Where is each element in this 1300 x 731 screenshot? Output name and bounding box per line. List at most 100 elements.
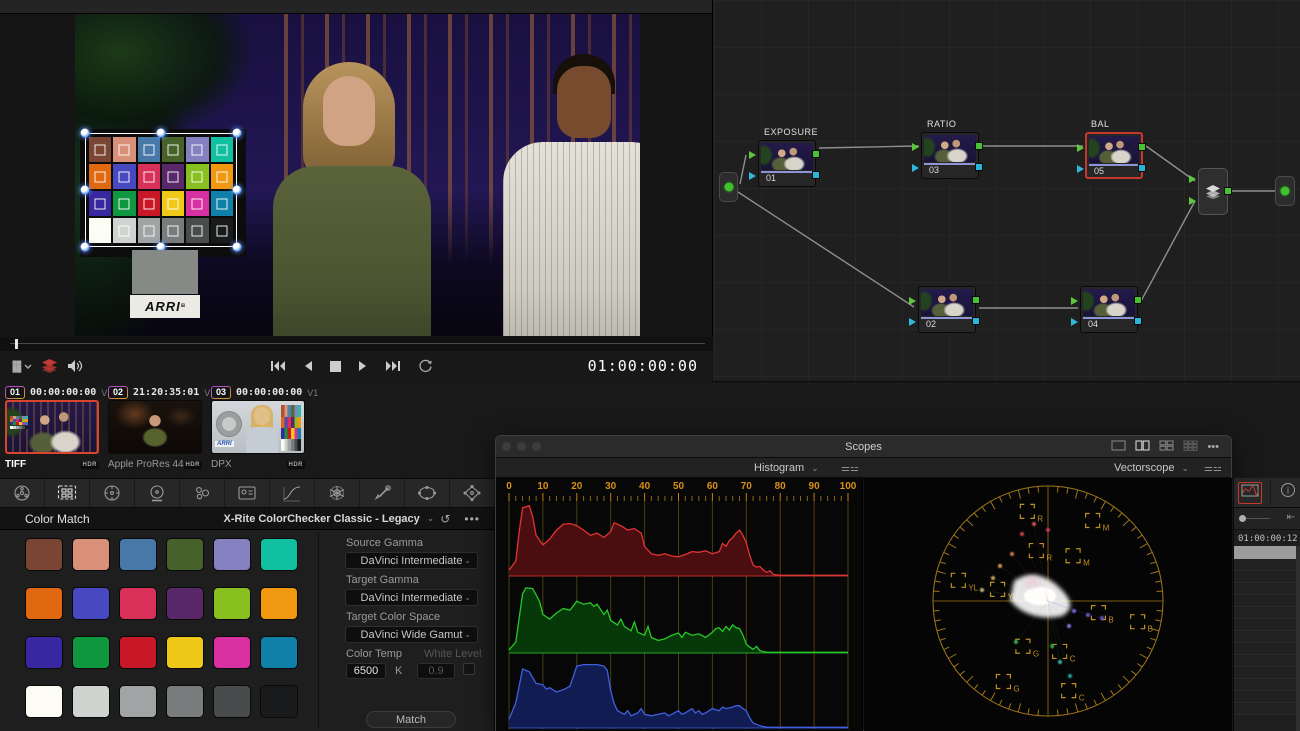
skip-start-icon[interactable] (270, 360, 286, 372)
loop-icon[interactable] (418, 359, 433, 373)
white-level-input[interactable]: 0.9 (417, 663, 455, 679)
clip-thumbnail[interactable] (5, 400, 99, 454)
vectorscope-settings-icon[interactable]: ⚌⚍ (1204, 458, 1222, 478)
color-swatch[interactable] (72, 587, 110, 620)
keyframe-row[interactable] (1234, 619, 1297, 631)
corrector-node-03[interactable]: 03 (921, 132, 979, 179)
step-back-icon[interactable] (303, 360, 313, 372)
color-swatch[interactable] (166, 587, 204, 620)
keyframe-row[interactable] (1234, 679, 1297, 691)
color-swatch[interactable] (213, 587, 251, 620)
dual-view-icon[interactable] (1135, 438, 1150, 456)
target-gamma-select[interactable]: DaVinci Intermediate⌄ (345, 589, 478, 606)
node-key-input[interactable] (749, 172, 756, 180)
keyframe-row[interactable] (1234, 703, 1297, 715)
keyframe-row[interactable] (1234, 691, 1297, 703)
more-options-icon[interactable]: ••• (464, 512, 480, 526)
color-swatch[interactable] (166, 636, 204, 669)
keyframe-row[interactable] (1234, 607, 1297, 619)
node-key-output[interactable] (812, 171, 820, 179)
skip-end-icon[interactable] (385, 360, 401, 372)
keyframe-row[interactable] (1234, 595, 1297, 607)
color-swatch[interactable] (72, 685, 110, 718)
mixer-input-port-2[interactable] (1189, 197, 1196, 205)
scopes-more-icon[interactable]: ••• (1207, 441, 1219, 453)
mixer-input-port-1[interactable] (1189, 175, 1196, 183)
color-swatch[interactable] (25, 587, 63, 620)
color-swatch[interactable] (72, 538, 110, 571)
selection-handle[interactable] (81, 186, 90, 195)
color-swatch[interactable] (213, 636, 251, 669)
clip-02[interactable]: 0221:20:35:01V1Apple ProRes 444...HDR (108, 382, 208, 478)
node-rgb-input[interactable] (912, 143, 919, 151)
corrector-node-04[interactable]: 04 (1080, 286, 1138, 333)
mixer-output-port[interactable] (1224, 187, 1232, 195)
histogram-settings-icon[interactable]: ⚌⚍ (841, 458, 859, 478)
camera-raw-icon[interactable] (0, 479, 45, 507)
grid-layout-icon[interactable] (1183, 438, 1198, 456)
reset-icon[interactable]: ↺ (440, 512, 450, 526)
audio-icon[interactable] (67, 359, 83, 373)
keyframe-row[interactable] (1234, 655, 1297, 667)
source-gamma-select[interactable]: DaVinci Intermediate⌄ (345, 552, 478, 569)
node-key-output[interactable] (1138, 164, 1146, 172)
selection-handle[interactable] (157, 129, 166, 138)
color-swatch[interactable] (119, 685, 157, 718)
color-swatch[interactable] (119, 636, 157, 669)
viewer-scrub-bar[interactable] (0, 337, 713, 351)
node-key-output[interactable] (972, 317, 980, 325)
layer-mixer-node[interactable] (1198, 168, 1228, 215)
corrector-node-02[interactable]: 02 (918, 286, 976, 333)
vectorscope-select[interactable]: Vectorscope⌄ (1114, 458, 1195, 478)
scopes-window[interactable]: Scopes ••• Histogram⌄ ⚌⚍ Vectorscope⌄ ⚌⚍… (495, 435, 1232, 731)
clip-thumbnail[interactable]: ARRI (211, 400, 305, 454)
color-swatch[interactable] (260, 587, 298, 620)
node-graph-panel[interactable]: 01EXPOSURE03RATIO05BAL0204 (714, 0, 1300, 382)
color-swatch[interactable] (72, 636, 110, 669)
color-swatch[interactable] (166, 685, 204, 718)
single-view-icon[interactable] (1111, 438, 1126, 456)
split-screen-icon[interactable] (12, 360, 32, 373)
node-key-output[interactable] (1134, 317, 1142, 325)
keyframe-row[interactable] (1234, 571, 1297, 583)
selection-handle[interactable] (81, 129, 90, 138)
colorchecker-selection-box[interactable] (85, 133, 237, 247)
node-rgb-output[interactable] (812, 150, 820, 158)
white-level-checkbox[interactable] (463, 663, 475, 675)
clip-thumbnail[interactable] (108, 400, 202, 454)
color-swatch[interactable] (260, 685, 298, 718)
scopes-icon[interactable] (1238, 482, 1262, 504)
color-swatch[interactable] (25, 685, 63, 718)
clip-03[interactable]: 0300:00:00:00V1ARRIDPXHDR (211, 382, 311, 478)
motion-effects-icon[interactable] (225, 479, 270, 507)
tracker-icon[interactable] (450, 479, 495, 507)
keyframe-row-selected[interactable] (1234, 546, 1297, 559)
selection-handle[interactable] (81, 243, 90, 252)
keyframe-row[interactable] (1234, 667, 1297, 679)
preset-dropdown[interactable]: X-Rite ColorChecker Classic - Legacy (224, 513, 420, 525)
color-swatch[interactable] (119, 538, 157, 571)
color-swatch[interactable] (213, 538, 251, 571)
source-node[interactable] (719, 172, 738, 202)
keyframe-zoom-slider[interactable]: ⇤ (1234, 508, 1300, 530)
node-rgb-input[interactable] (1077, 144, 1084, 152)
node-rgb-output[interactable] (972, 296, 980, 304)
quad-view-icon[interactable] (1159, 438, 1174, 456)
keyframe-row[interactable] (1234, 583, 1297, 595)
hdr-grade-icon[interactable] (135, 479, 180, 507)
selection-handle[interactable] (233, 243, 242, 252)
color-swatch[interactable] (25, 636, 63, 669)
target-color-space-select[interactable]: DaVinci Wide Gamut⌄ (345, 626, 478, 643)
node-rgb-output[interactable] (1138, 143, 1146, 151)
scopes-titlebar[interactable]: Scopes ••• (496, 436, 1231, 458)
selection-handle[interactable] (233, 129, 242, 138)
node-rgb-input[interactable] (749, 151, 756, 159)
color-swatch[interactable] (119, 587, 157, 620)
playhead[interactable] (15, 339, 18, 349)
node-rgb-output[interactable] (975, 142, 983, 150)
color-swatch[interactable] (260, 538, 298, 571)
qualifier-icon[interactable] (360, 479, 405, 507)
node-key-output[interactable] (975, 163, 983, 171)
node-key-input[interactable] (909, 318, 916, 326)
node-rgb-input[interactable] (1071, 297, 1078, 305)
